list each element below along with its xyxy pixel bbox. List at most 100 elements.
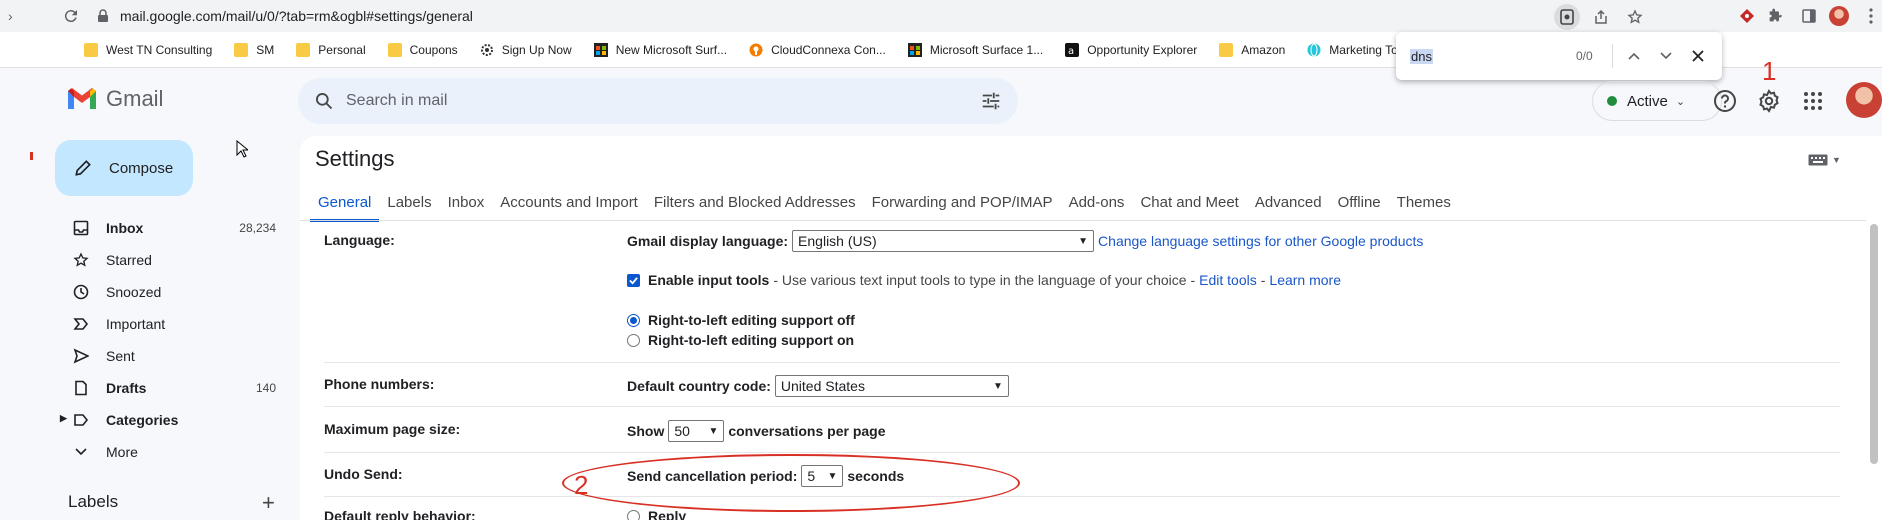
search-icon[interactable] xyxy=(314,91,334,111)
bookmark-item[interactable]: Amazon xyxy=(1219,42,1286,57)
bookmark-item[interactable]: West TN Consulting xyxy=(84,42,212,57)
page-size-suffix: conversations per page xyxy=(728,423,886,439)
tab-offline[interactable]: Offline xyxy=(1330,188,1389,222)
bookmark-label: Amazon xyxy=(1241,42,1286,57)
address-bar[interactable]: mail.google.com/mail/u/0/?tab=rm&ogbl#se… xyxy=(88,4,1648,30)
bookmark-label: Personal xyxy=(318,42,366,57)
tab-advanced[interactable]: Advanced xyxy=(1247,188,1330,222)
sidebar-item-label: More xyxy=(106,444,138,460)
reply-radio[interactable] xyxy=(627,509,640,520)
learn-more-link[interactable]: Learn more xyxy=(1269,272,1341,288)
settings-scrollbar[interactable] xyxy=(1866,220,1882,520)
extension-red-icon[interactable] xyxy=(1734,3,1760,29)
sidebar-item-label: Sent xyxy=(106,348,135,364)
search-options-icon[interactable] xyxy=(980,90,1002,117)
rtl-off-option[interactable]: Right-to-left editing support off xyxy=(627,312,855,328)
bookmark-label: Opportunity Explorer xyxy=(1087,42,1198,57)
svg-text:a: a xyxy=(1068,46,1074,57)
undo-send-row-label: Undo Send: xyxy=(324,466,403,482)
tab-labels[interactable]: Labels xyxy=(379,188,439,222)
profile-avatar-icon[interactable] xyxy=(1826,3,1852,29)
labels-header: Labels xyxy=(68,492,119,511)
reply-option[interactable]: Reply xyxy=(627,508,686,520)
find-input[interactable]: dns xyxy=(1410,48,1433,64)
bookmark-item[interactable]: Coupons xyxy=(387,42,458,57)
bookmark-item[interactable]: SM xyxy=(234,42,274,57)
tab-chat-meet[interactable]: Chat and Meet xyxy=(1132,188,1246,222)
find-prev-icon[interactable] xyxy=(1622,44,1646,68)
sidebar-item-drafts[interactable]: Drafts 140 xyxy=(0,372,296,404)
apps-grid-icon[interactable] xyxy=(1800,88,1826,114)
amazon-icon: a xyxy=(1065,42,1080,57)
country-code-select[interactable]: United States ▼ xyxy=(774,375,1009,397)
folder-icon xyxy=(387,42,402,57)
chevron-right-icon[interactable]: › xyxy=(8,8,22,24)
scrollbar-thumb[interactable] xyxy=(1870,224,1878,464)
status-dot xyxy=(1607,96,1617,106)
input-tools-toggle[interactable]: ▼ xyxy=(1808,154,1841,166)
country-code-control: Default country code: United States ▼ xyxy=(627,375,1013,397)
share-icon[interactable] xyxy=(1588,4,1614,30)
edge-marker xyxy=(30,152,33,160)
bookmark-item[interactable]: Personal xyxy=(296,42,366,57)
sidebar-item-starred[interactable]: Starred xyxy=(0,244,296,276)
tab-themes[interactable]: Themes xyxy=(1389,188,1459,222)
sidebar-item-categories[interactable]: ▶ Categories xyxy=(0,404,296,436)
bookmark-item[interactable]: Sign Up Now xyxy=(480,43,572,57)
gmail-wordmark: Gmail xyxy=(106,86,164,111)
phone-row-label: Phone numbers: xyxy=(324,376,435,392)
find-next-icon[interactable] xyxy=(1654,44,1678,68)
search-bar[interactable]: Search in mail xyxy=(298,78,1018,124)
page-info-icon[interactable] xyxy=(1554,4,1580,30)
kebab-menu-icon[interactable] xyxy=(1858,3,1882,29)
page-size-value: 50 xyxy=(674,423,690,439)
sidebar-item-more[interactable]: More xyxy=(0,436,296,468)
avatar[interactable] xyxy=(1846,82,1882,118)
status-dropdown[interactable]: Active ⌄ xyxy=(1592,81,1722,121)
input-tools-checkbox[interactable] xyxy=(627,273,640,287)
bookmark-item[interactable]: Microsoft Surface 1... xyxy=(907,42,1043,57)
tab-addons[interactable]: Add-ons xyxy=(1061,188,1133,222)
tab-forwarding[interactable]: Forwarding and POP/IMAP xyxy=(864,188,1061,222)
sidepanel-icon[interactable] xyxy=(1796,3,1822,29)
search-input[interactable]: Search in mail xyxy=(346,92,447,110)
folder-icon xyxy=(1219,42,1234,57)
pencil-icon xyxy=(73,158,93,178)
compose-button[interactable]: Compose xyxy=(55,140,193,196)
settings-tabs: General Labels Inbox Accounts and Import… xyxy=(310,188,1459,222)
edit-tools-link[interactable]: Edit tools xyxy=(1199,272,1257,288)
sidebar-item-important[interactable]: Important xyxy=(0,308,296,340)
bookmark-item[interactable]: CloudConnexa Con... xyxy=(749,43,886,57)
tab-filters[interactable]: Filters and Blocked Addresses xyxy=(646,188,864,222)
draft-icon xyxy=(72,379,90,397)
expand-arrow-icon[interactable]: ▶ xyxy=(60,413,67,424)
reload-icon[interactable] xyxy=(60,5,82,27)
country-code-value: United States xyxy=(780,378,865,394)
reply-behavior-row-label: Default reply behavior: xyxy=(324,508,476,520)
rtl-on-option[interactable]: Right-to-left editing support on xyxy=(627,332,854,348)
bookmark-item[interactable]: a Opportunity Explorer xyxy=(1065,42,1198,57)
rtl-on-radio[interactable] xyxy=(627,333,640,347)
help-icon[interactable] xyxy=(1712,88,1738,114)
find-close-icon[interactable] xyxy=(1686,44,1710,68)
puzzle-icon[interactable] xyxy=(1762,3,1788,29)
tab-inbox[interactable]: Inbox xyxy=(440,188,493,222)
gmail-logo[interactable]: Gmail xyxy=(66,86,163,112)
sidebar-item-sent[interactable]: Sent xyxy=(0,340,296,372)
display-language-select[interactable]: English (US) ▼ xyxy=(792,230,1095,252)
bookmark-label: Coupons xyxy=(409,42,458,57)
sidebar-item-snoozed[interactable]: Snoozed xyxy=(0,276,296,308)
bookmark-item[interactable]: New Microsoft Surf... xyxy=(593,42,727,57)
gear-icon[interactable] xyxy=(1756,88,1782,114)
sidebar-item-inbox[interactable]: Inbox 28,234 xyxy=(0,212,296,244)
rtl-off-radio[interactable] xyxy=(627,313,640,327)
inbox-icon xyxy=(72,219,90,237)
tab-general[interactable]: General xyxy=(310,188,380,222)
tab-accounts-import[interactable]: Accounts and Import xyxy=(492,188,646,222)
input-tools-label: Enable input tools xyxy=(648,272,770,288)
page-size-select[interactable]: 50 ▼ xyxy=(668,420,725,442)
cloudconnexa-icon xyxy=(749,43,763,57)
star-bookmark-icon[interactable] xyxy=(1622,4,1648,30)
change-language-link[interactable]: Change language settings for other Googl… xyxy=(1098,233,1423,249)
add-label-icon[interactable]: + xyxy=(262,492,275,514)
